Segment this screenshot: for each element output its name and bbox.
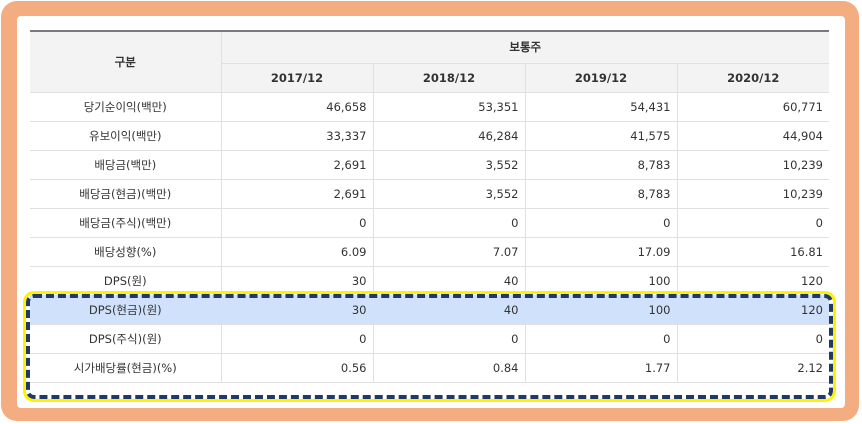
row-value: 41,575 [525, 121, 678, 151]
row-value: 2,691 [221, 150, 374, 180]
row-value: 54,431 [525, 92, 678, 122]
row-label: 당기순이익(백만) [30, 92, 222, 122]
table-row: 시가배당률(현금)(%) 0.56 0.84 1.77 2.12 [30, 353, 829, 383]
row-value: 0 [373, 208, 526, 238]
table-row: 배당성향(%) 6.09 7.07 17.09 16.81 [30, 237, 829, 267]
row-value: 120 [677, 266, 829, 296]
row-label: 배당금(주식)(백만) [30, 208, 222, 238]
row-label: DPS(원) [30, 266, 222, 296]
row-value: 53,351 [373, 92, 526, 122]
row-value: 16.81 [677, 237, 829, 267]
row-label: 유보이익(백만) [30, 121, 222, 151]
table-row: DPS(원) 30 40 100 120 [30, 266, 829, 296]
row-value: 0.56 [221, 353, 374, 383]
row-value: 2,691 [221, 179, 374, 209]
row-value: 10,239 [677, 150, 829, 180]
row-value: 100 [525, 266, 678, 296]
row-value: 0.84 [373, 353, 526, 383]
row-value: 17.09 [525, 237, 678, 267]
row-value: 8,783 [525, 150, 678, 180]
row-value: 3,552 [373, 150, 526, 180]
row-value: 100 [525, 295, 678, 325]
year-header: 2020/12 [677, 63, 829, 93]
row-value: 0 [373, 324, 526, 354]
table-row: 배당금(현금)(백만) 2,691 3,552 8,783 10,239 [30, 179, 829, 209]
row-value: 30 [221, 266, 374, 296]
row-value: 33,337 [221, 121, 374, 151]
header-row-group: 구분 보통주 [30, 30, 829, 93]
row-value: 1.77 [525, 353, 678, 383]
row-value: 120 [677, 295, 829, 325]
row-value: 8,783 [525, 179, 678, 209]
year-header: 2017/12 [221, 63, 374, 93]
table-row: 배당금(백만) 2,691 3,552 8,783 10,239 [30, 150, 829, 180]
row-value: 0 [221, 208, 374, 238]
row-value: 10,239 [677, 179, 829, 209]
row-label: 배당금(백만) [30, 150, 222, 180]
category-header: 구분 [30, 30, 222, 93]
row-value: 0 [677, 208, 829, 238]
table-row: 당기순이익(백만) 46,658 53,351 54,431 60,771 [30, 92, 829, 122]
table-row-highlighted: DPS(현금)(원) 30 40 100 120 [30, 295, 829, 325]
row-label: 시가배당률(현금)(%) [30, 353, 222, 383]
row-value: 60,771 [677, 92, 829, 122]
row-value: 0 [525, 208, 678, 238]
row-label: 배당성향(%) [30, 237, 222, 267]
row-value: 2.12 [677, 353, 829, 383]
row-value: 0 [221, 324, 374, 354]
row-label: 배당금(현금)(백만) [30, 179, 222, 209]
row-value: 0 [525, 324, 678, 354]
row-value: 40 [373, 266, 526, 296]
common-stock-header: 보통주 [221, 30, 829, 64]
table-row: DPS(주식)(원) 0 0 0 0 [30, 324, 829, 354]
row-value: 6.09 [221, 237, 374, 267]
row-value: 40 [373, 295, 526, 325]
year-header: 2018/12 [373, 63, 526, 93]
year-header: 2019/12 [525, 63, 678, 93]
row-label: DPS(현금)(원) [30, 295, 222, 325]
table-row: 유보이익(백만) 33,337 46,284 41,575 44,904 [30, 121, 829, 151]
row-value: 46,658 [221, 92, 374, 122]
dividend-table: 구분 보통주 2017/12 2018/12 2019/12 2020/12 당… [30, 30, 829, 383]
row-value: 0 [677, 324, 829, 354]
row-value: 7.07 [373, 237, 526, 267]
table-row: 배당금(주식)(백만) 0 0 0 0 [30, 208, 829, 238]
row-value: 46,284 [373, 121, 526, 151]
row-label: DPS(주식)(원) [30, 324, 222, 354]
row-value: 30 [221, 295, 374, 325]
row-value: 44,904 [677, 121, 829, 151]
row-value: 3,552 [373, 179, 526, 209]
